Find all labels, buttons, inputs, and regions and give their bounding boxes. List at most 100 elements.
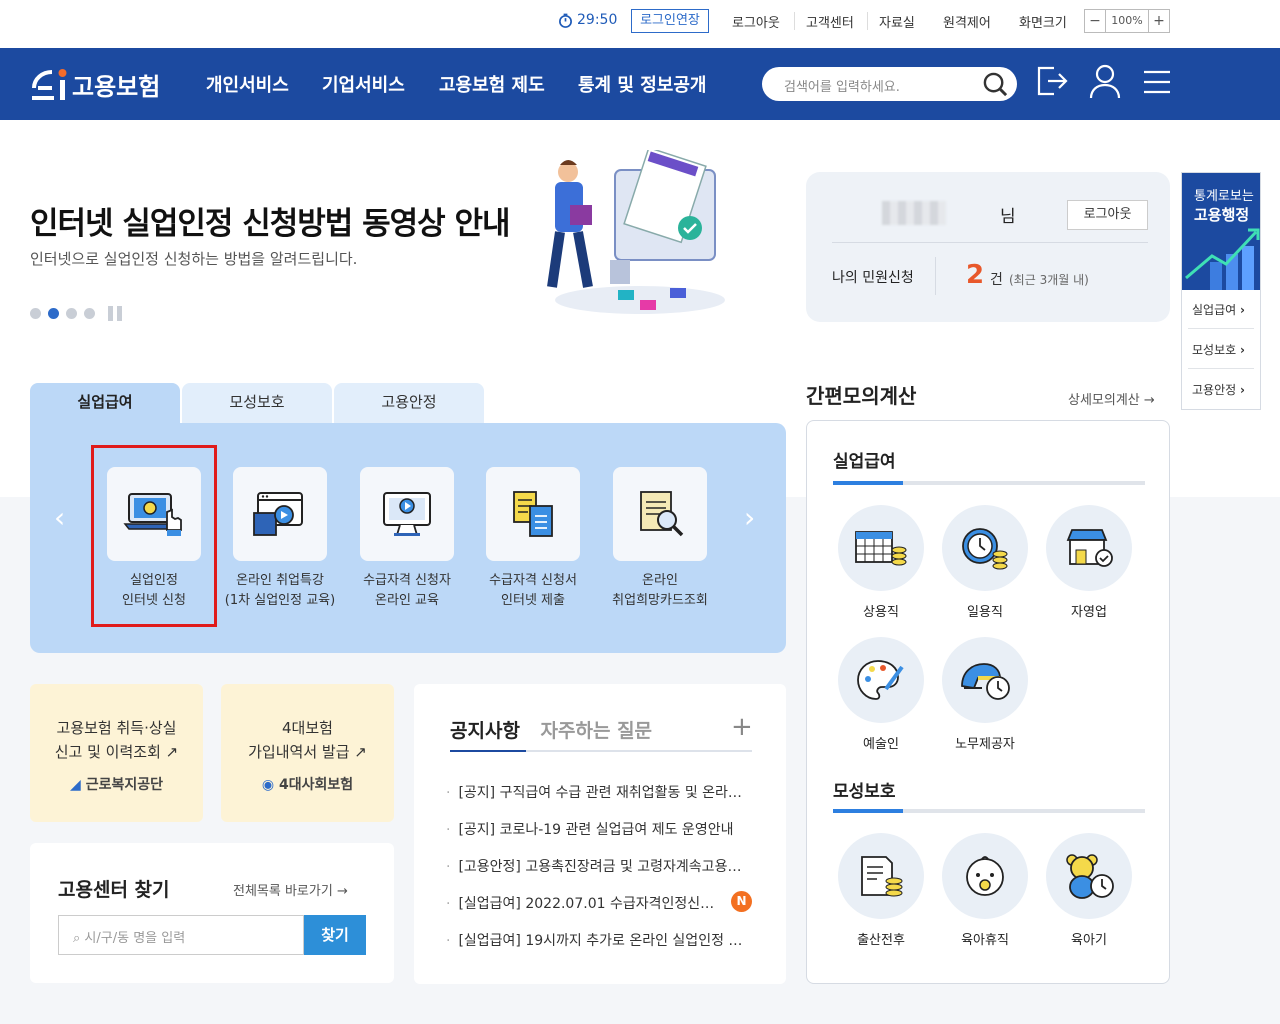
zoom-in-button[interactable]: + — [1149, 10, 1169, 32]
calc-item-label: 출산전후 — [857, 933, 905, 948]
calc-item-label: 육아기 — [1071, 933, 1107, 948]
find-center-box: 고용센터 찾기 전체목록 바로가기 → ⌕ 시/구/동 명을 입력 찾기 — [30, 843, 394, 983]
service-applicant-online-education[interactable]: 수급자격 신청자 온라인 교육 — [342, 467, 472, 611]
zoom-out-button[interactable]: − — [1085, 10, 1105, 32]
service-application-submit[interactable]: 수급자격 신청서 인터넷 제출 — [468, 467, 598, 611]
notice-item[interactable]: [공지] 코로나-19 관련 실업급여 제도 운영안내 — [446, 819, 746, 839]
find-button[interactable]: 찾기 — [304, 915, 366, 955]
divider — [1188, 368, 1254, 369]
tab-notice[interactable]: 공지사항 — [450, 720, 520, 742]
rising-chart-icon — [1185, 228, 1260, 290]
user-info-box: 님 로그아웃 나의 민원신청 2 건 (최근 3개월 내) — [806, 172, 1170, 322]
service-job-hope-card[interactable]: 온라인 취업희망카드조회 — [595, 467, 725, 611]
notice-item[interactable]: [실업급여] 19시까지 추가로 온라인 실업인정 신청 — [446, 930, 746, 950]
center-search-input[interactable]: ⌕ 시/구/동 명을 입력 — [58, 915, 304, 955]
tab-faq[interactable]: 자주하는 질문 — [541, 720, 653, 742]
service-online-job-lecture[interactable]: 온라인 취업특강 (1차 실업인정 교육) — [215, 467, 345, 611]
clock-coins-icon — [942, 505, 1028, 591]
notice-more-icon[interactable]: + — [731, 712, 753, 742]
statistics-banner-line1: 통계로보는 — [1194, 189, 1254, 204]
notice-item[interactable]: [실업급여] 2022.07.01 수급자격인정신청서 제출 — [446, 893, 726, 913]
chevron-right-icon: › — [1240, 383, 1245, 397]
hero-title[interactable]: 인터넷 실업인정 신청방법 동영상 안내 — [30, 198, 510, 243]
video-folder-icon — [233, 467, 327, 561]
site-logo[interactable]: 고용보험 — [28, 64, 160, 104]
tab-maternity[interactable]: 모성보호 — [182, 383, 332, 424]
statistics-banner[interactable]: 통계로보는 고용행정 — [1182, 173, 1260, 290]
divider — [450, 750, 752, 752]
arrow-right-icon: → — [1143, 393, 1155, 408]
helmet-clock-icon — [942, 637, 1028, 723]
nav-statistics[interactable]: 통계 및 정보공개 — [578, 71, 706, 97]
calendar-coins-icon — [838, 505, 924, 591]
palette-icon — [838, 637, 924, 723]
logout-icon[interactable] — [1036, 64, 1068, 98]
calc-childcare-period[interactable]: 육아기 — [1045, 833, 1133, 948]
carousel-dot[interactable] — [66, 308, 77, 319]
carousel-dot-active[interactable] — [48, 308, 59, 319]
notice-item[interactable]: [공지] 구직급여 수급 관련 재취업활동 및 온라인 교육 — [446, 782, 746, 802]
zoom-value: 100% — [1105, 10, 1149, 32]
service-label-line2: 온라인 교육 — [375, 593, 439, 608]
divider — [867, 12, 868, 30]
carousel-next-icon[interactable]: › — [744, 501, 755, 534]
zoom-control: − 100% + — [1084, 9, 1170, 33]
pause-icon[interactable] — [108, 306, 122, 321]
calc-item-label: 육아휴직 — [961, 933, 1009, 948]
four-insurance-card[interactable]: 4대보험 가입내역서 발급 ↗ ◉ 4대사회보험 — [221, 684, 394, 822]
side-link-unemployment[interactable]: 실업급여 › — [1192, 301, 1245, 318]
side-link-maternity[interactable]: 모성보호 › — [1192, 341, 1245, 358]
calc-item-label: 예술인 — [863, 737, 899, 752]
my-civil-label: 나의 민원신청 — [832, 270, 914, 286]
logout-button[interactable]: 로그아웃 — [1067, 200, 1148, 230]
detail-calc-link[interactable]: 상세모의계산 → — [1068, 389, 1155, 408]
carousel-prev-icon[interactable]: ‹ — [54, 501, 65, 534]
calc-daily-worker[interactable]: 일용직 — [941, 505, 1029, 620]
card-line2: 가입내역서 발급 — [248, 743, 350, 761]
document-coins-icon — [838, 833, 924, 919]
nav-insurance-system[interactable]: 고용보험 제도 — [439, 71, 545, 97]
login-extend-button[interactable]: 로그인연장 — [631, 9, 709, 33]
insurance-history-card[interactable]: 고용보험 취득·상실 신고 및 이력조회 ↗ ◢ 근로복지공단 — [30, 684, 203, 822]
calc-item-label: 일용직 — [967, 605, 1003, 620]
calc-item-label: 상용직 — [863, 605, 899, 620]
notice-item[interactable]: [고용안정] 고용촉진장려금 및 고령자계속고용장려금 — [446, 856, 746, 876]
top-logout-link[interactable]: 로그아웃 — [732, 12, 780, 31]
archive-link[interactable]: 자료실 — [879, 12, 915, 31]
calc-self-employed[interactable]: 자영업 — [1045, 505, 1133, 620]
external-link-icon: ↗ — [165, 743, 179, 761]
arrow-right-icon: → — [336, 884, 348, 899]
calc-maternity-leave[interactable]: 출산전후 — [837, 833, 925, 948]
service-label-line1: 온라인 취업특강 — [236, 573, 324, 588]
user-icon[interactable] — [1089, 64, 1121, 100]
search-icon[interactable] — [982, 71, 1009, 98]
top-utility-bar: 29:50 로그인연장 로그아웃 고객센터 자료실 원격제어 화면크기 − 10… — [0, 0, 1280, 48]
calc-labor-provider[interactable]: 노무제공자 — [941, 637, 1029, 752]
site-logo-text: 고용보험 — [72, 72, 161, 101]
calc-box: 실업급여 상용직 일용직 자영업 예술인 노무제공자 모성보호 출산전후 육아휴… — [806, 420, 1170, 984]
nav-personal-service[interactable]: 개인서비스 — [206, 71, 289, 97]
chevron-right-icon: › — [1240, 343, 1245, 357]
side-quick-panel: 통계로보는 고용행정 실업급여 › 모성보호 › 고용안정 › — [1181, 172, 1261, 410]
calc-regular-worker[interactable]: 상용직 — [837, 505, 925, 620]
customer-center-link[interactable]: 고객센터 — [806, 12, 854, 31]
calc-parental-leave[interactable]: 육아휴직 — [941, 833, 1029, 948]
side-link-stability[interactable]: 고용안정 › — [1192, 381, 1245, 398]
find-center-title: 고용센터 찾기 — [58, 879, 170, 901]
remote-control-link[interactable]: 원격제어 — [943, 12, 991, 31]
baby-face-icon — [942, 833, 1028, 919]
carousel-dot[interactable] — [30, 308, 41, 319]
nav-business-service[interactable]: 기업서비스 — [322, 71, 405, 97]
civil-count[interactable]: 2 — [966, 260, 984, 290]
find-center-all-link[interactable]: 전체목록 바로가기 → — [233, 880, 348, 899]
tab-stability[interactable]: 고용안정 — [334, 383, 484, 424]
main-navigation: 고용보험 개인서비스 기업서비스 고용보험 제도 통계 및 정보공개 검색어를 … — [0, 48, 1280, 120]
calc-artist[interactable]: 예술인 — [837, 637, 925, 752]
hero-subtitle: 인터넷으로 실업인정 신청하는 방법을 알려드립니다. — [30, 250, 358, 268]
carousel-dot[interactable] — [84, 308, 95, 319]
session-timer: 29:50 — [558, 12, 617, 28]
search-input[interactable]: 검색어를 입력하세요. — [762, 67, 1017, 101]
service-label-line2: 취업희망카드조회 — [612, 593, 708, 608]
tab-unemployment[interactable]: 실업급여 — [30, 383, 180, 424]
hamburger-menu-icon[interactable] — [1144, 70, 1170, 94]
